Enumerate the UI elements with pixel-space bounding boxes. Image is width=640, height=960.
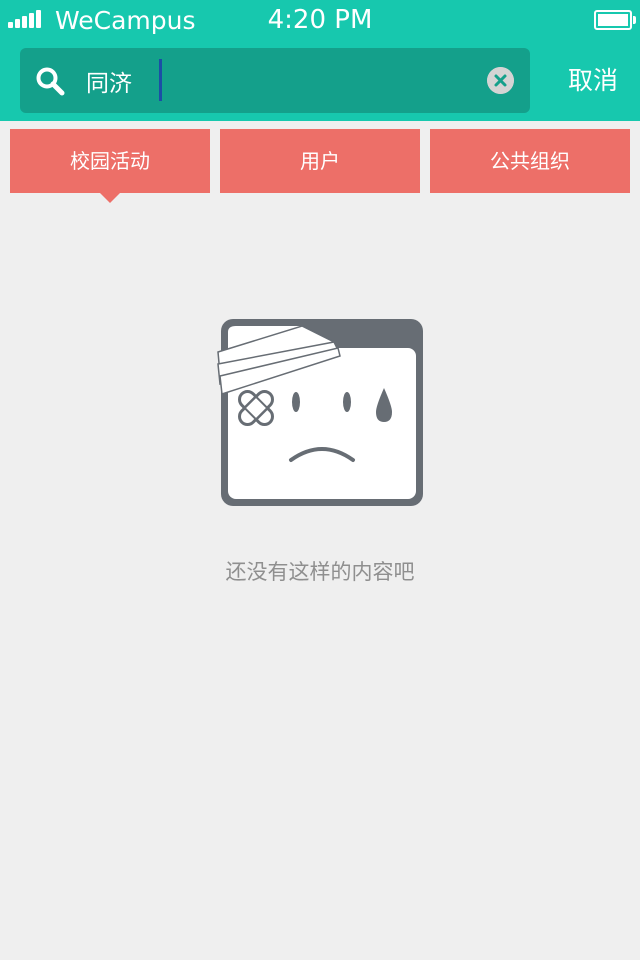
header-bar: WeCampus 4:20 PM 取消 <box>0 0 640 121</box>
clear-icon[interactable] <box>487 67 514 94</box>
status-time: 4:20 PM <box>267 5 373 35</box>
tab-campus-activities[interactable]: 校园活动 <box>10 129 210 193</box>
cancel-button[interactable]: 取消 <box>548 62 638 102</box>
empty-state-message: 还没有这样的内容吧 <box>225 560 415 584</box>
search-icon <box>36 67 65 96</box>
status-bar: WeCampus 4:20 PM <box>0 0 640 40</box>
search-input[interactable] <box>86 64 466 98</box>
selected-tab-indicator <box>100 193 120 203</box>
sad-bandaged-face-icon <box>217 319 423 506</box>
tab-users[interactable]: 用户 <box>220 129 420 193</box>
tab-public-organizations[interactable]: 公共组织 <box>430 129 630 193</box>
battery-icon <box>594 10 636 30</box>
search-box[interactable] <box>20 48 530 113</box>
text-cursor <box>159 59 162 101</box>
